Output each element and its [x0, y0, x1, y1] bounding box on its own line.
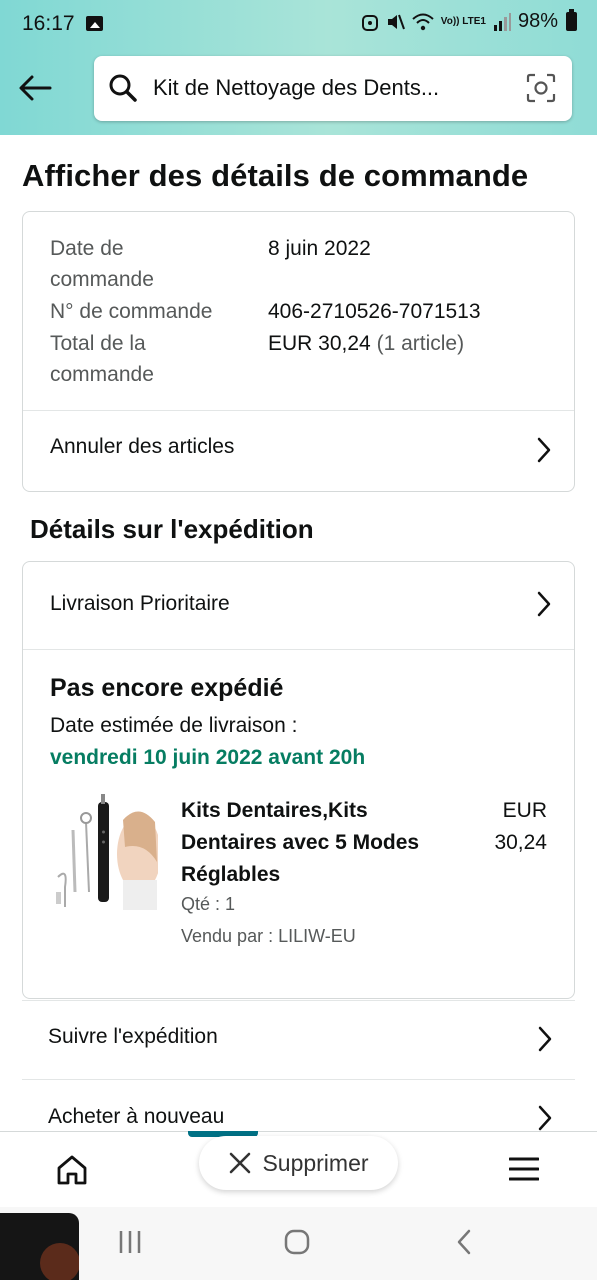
search-bar[interactable]: Kit de Nettoyage des Dents...	[94, 56, 572, 121]
order-total-label-line2: commande	[50, 363, 154, 386]
back-chevron-icon[interactable]	[455, 1229, 473, 1255]
shipment-card: Livraison Prioritaire Pas encore expédié…	[22, 561, 575, 999]
system-navigation-bar	[0, 1207, 597, 1280]
chevron-right-icon	[537, 437, 551, 463]
order-number-label: N° de commande	[50, 300, 213, 323]
order-total-amount: EUR 30,24	[268, 332, 371, 355]
delivery-method-row[interactable]: Livraison Prioritaire	[23, 562, 574, 649]
order-total-value: EUR 30,24 (1 article)	[268, 328, 464, 359]
arrow-left-icon	[19, 75, 52, 101]
recent-app-thumbnail[interactable]	[0, 1213, 79, 1280]
home-circle-icon[interactable]	[284, 1229, 310, 1255]
page-title: Afficher des détails de commande	[22, 158, 529, 193]
shipping-section-title: Détails sur l'expédition	[30, 514, 314, 544]
order-date-label-line2: commande	[50, 268, 154, 291]
chevron-right-icon	[537, 591, 551, 617]
close-icon	[230, 1152, 251, 1174]
mute-icon	[387, 14, 405, 29]
estimated-delivery-date: vendredi 10 juin 2022 avant 20h	[50, 746, 366, 769]
gallery-notification-icon	[86, 16, 103, 31]
search-input[interactable]: Kit de Nettoyage des Dents...	[153, 75, 493, 101]
alarm-icon	[361, 14, 378, 31]
estimated-delivery-label: Date estimée de livraison :	[50, 714, 298, 737]
search-icon	[109, 74, 137, 102]
cancel-items-label: Annuler des articles	[50, 435, 235, 458]
track-shipment-label: Suivre l'expédition	[48, 1025, 218, 1048]
order-summary-card: Date de commande 8 juin 2022 N° de comma…	[22, 211, 575, 492]
divider	[23, 649, 574, 650]
buy-again-label: Acheter à nouveau	[48, 1105, 225, 1128]
chevron-right-icon	[538, 1105, 552, 1131]
buy-again-row[interactable]: Acheter à nouveau	[22, 1079, 575, 1139]
battery-percent: 98%	[517, 10, 558, 32]
order-total-label-line1: Total de la	[50, 332, 146, 355]
home-icon[interactable]	[52, 1152, 92, 1188]
product-price: EUR 30,24	[457, 795, 547, 859]
cancel-items-row[interactable]: Annuler des articles	[23, 411, 574, 492]
back-button[interactable]	[14, 68, 56, 108]
status-icons: Vo)) LTE1 98%	[361, 9, 577, 33]
battery-icon	[566, 9, 577, 31]
chevron-right-icon	[538, 1026, 552, 1052]
product-seller: Vendu par : LILIW-EU	[181, 926, 356, 946]
camera-lens-icon[interactable]	[526, 73, 556, 103]
wifi-icon	[412, 13, 434, 30]
delivery-method-label: Livraison Prioritaire	[50, 592, 230, 615]
delete-button[interactable]: Supprimer	[199, 1136, 398, 1190]
signal-icon	[493, 12, 511, 31]
order-date-label-line1: Date de	[50, 237, 124, 260]
product-price-amount: 30,24	[494, 831, 547, 854]
recent-apps-icon[interactable]	[118, 1229, 142, 1255]
lte-indicator: Vo)) LTE1	[440, 15, 486, 27]
product-price-currency: EUR	[502, 799, 547, 822]
status-time: 16:17	[22, 12, 75, 35]
track-shipment-row[interactable]: Suivre l'expédition	[22, 1000, 575, 1080]
app-header: 16:17 Vo)) LTE1 98% Kit de Nettoyage des…	[0, 0, 597, 135]
order-number-value: 406-2710526-7071513	[268, 300, 481, 323]
shipment-status: Pas encore expédié	[50, 674, 284, 702]
delete-label: Supprimer	[262, 1149, 369, 1176]
product-title[interactable]: Kits Dentaires,Kits Dentaires avec 5 Mod…	[181, 795, 421, 891]
order-date-value: 8 juin 2022	[268, 237, 371, 260]
product-image[interactable]	[53, 792, 158, 910]
product-quantity: Qté : 1	[181, 894, 236, 914]
status-bar: 16:17 Vo)) LTE1 98%	[0, 0, 597, 50]
order-total-count: (1 article)	[376, 332, 465, 355]
menu-icon[interactable]	[509, 1156, 539, 1182]
